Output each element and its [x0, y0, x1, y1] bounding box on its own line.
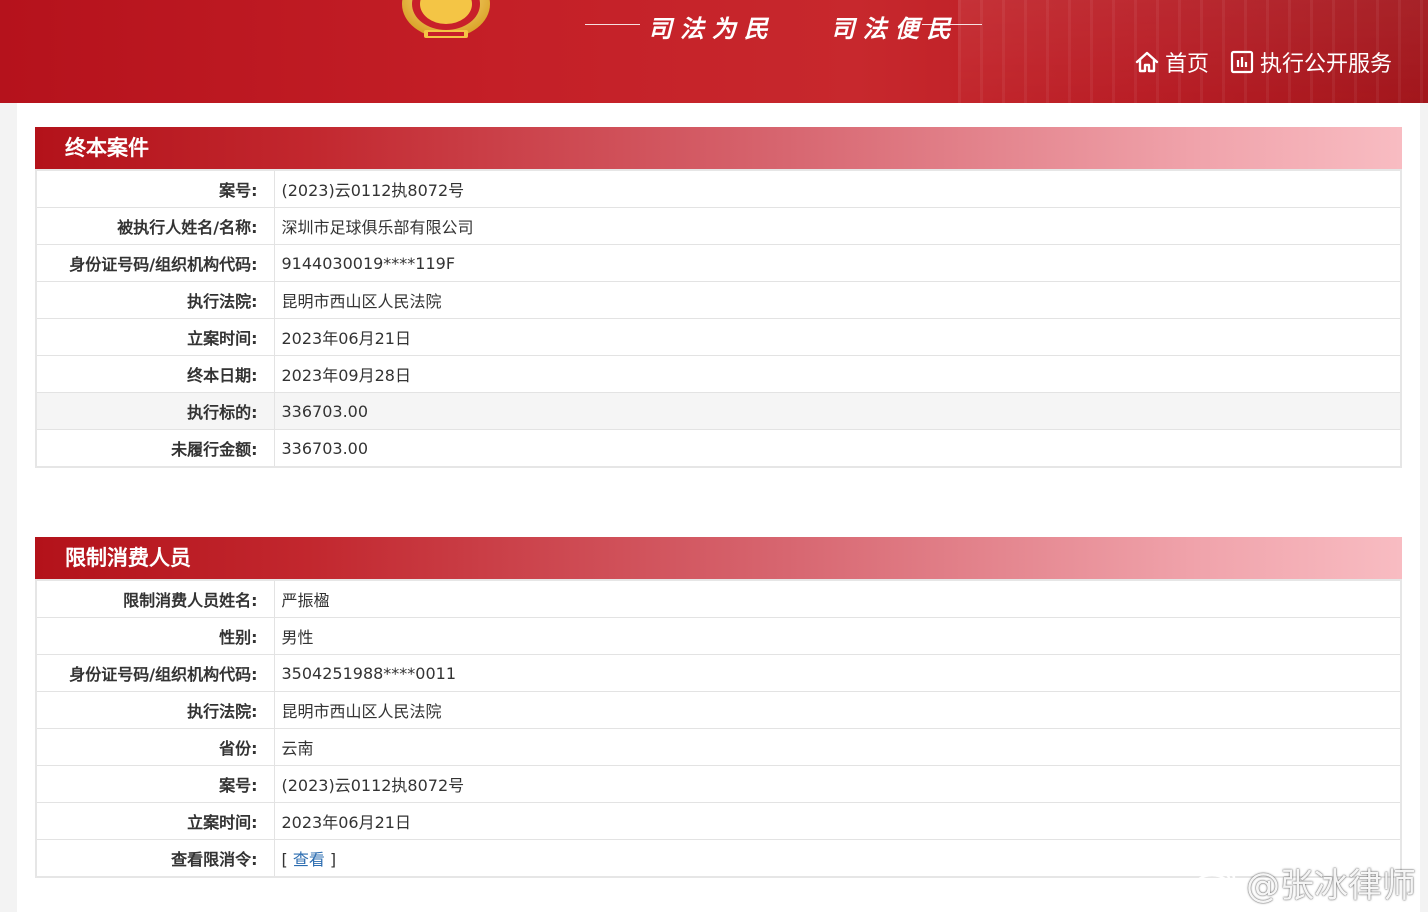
table-row: 执行法院: 昆明市西山区人民法院 [35, 281, 1402, 319]
section-title: 限制消费人员 [35, 537, 1402, 579]
table-row: 案号: (2023)云0112执8072号 [35, 765, 1402, 803]
slogan-left: 司法为民 [648, 14, 776, 43]
table-row: 性别: 男性 [35, 617, 1402, 655]
section-title: 终本案件 [35, 127, 1402, 169]
table-row: 身份证号码/组织机构代码: 3504251988****0011 [35, 654, 1402, 692]
row-label: 案号: [35, 169, 275, 208]
row-label: 省份: [35, 728, 275, 766]
table-row: 限制消费人员姓名: 严振楹 [35, 579, 1402, 618]
row-label: 执行标的: [35, 392, 275, 430]
row-label: 被执行人姓名/名称: [35, 207, 275, 245]
table-row: 未履行金额: 336703.00 [35, 429, 1402, 468]
link-bracket-close: ] [324, 850, 337, 869]
table-row: 身份证号码/组织机构代码: 9144030019****119F [35, 244, 1402, 282]
row-label: 性别: [35, 617, 275, 655]
nav-enforcement-service-label: 执行公开服务 [1259, 52, 1392, 77]
link-bracket-open: [ [281, 850, 293, 869]
row-value: 336703.00 [273, 429, 1402, 468]
row-value: 云南 [273, 728, 1402, 766]
terminated-case-section: 终本案件 案号: (2023)云0112执8072号 被执行人姓名/名称: 深圳… [35, 127, 1402, 468]
table-row: 执行法院: 昆明市西山区人民法院 [35, 691, 1402, 729]
row-label: 限制消费人员姓名: [35, 579, 275, 618]
row-value: 昆明市西山区人民法院 [273, 691, 1402, 729]
row-label: 查看限消令: [35, 839, 275, 878]
watermark-text: @张冰律师 [1246, 865, 1416, 906]
row-label: 执行法院: [35, 281, 275, 319]
row-value: 昆明市西山区人民法院 [273, 281, 1402, 319]
row-label: 终本日期: [35, 355, 275, 393]
row-label: 立案时间: [35, 802, 275, 840]
home-icon [1135, 51, 1159, 73]
table-row: 省份: 云南 [35, 728, 1402, 766]
row-value: (2023)云0112执8072号 [273, 765, 1402, 803]
row-label: 身份证号码/组织机构代码: [35, 244, 275, 282]
row-label: 身份证号码/组织机构代码: [35, 654, 275, 692]
slogan-right: 司法便民 [830, 14, 959, 43]
table-row: 立案时间: 2023年06月21日 [35, 802, 1402, 840]
row-label: 执行法院: [35, 691, 275, 729]
view-restriction-order-link[interactable]: 查看 [293, 850, 325, 869]
watermark: @张冰律师 [1192, 860, 1416, 906]
top-nav: 首页 执行公开服务 [1134, 46, 1392, 78]
row-value: 男性 [273, 617, 1402, 655]
row-label: 案号: [35, 765, 275, 803]
row-value: 2023年06月21日 [273, 802, 1402, 840]
row-value: (2023)云0112执8072号 [273, 169, 1402, 208]
row-value: 3504251988****0011 [273, 654, 1402, 692]
row-value: 9144030019****119F [273, 244, 1402, 282]
table-row: 立案时间: 2023年06月21日 [35, 318, 1402, 356]
weibo-icon [1193, 867, 1236, 901]
table-row: 终本日期: 2023年09月28日 [35, 355, 1402, 393]
row-value: 2023年09月28日 [273, 355, 1402, 393]
table-row: 案号: (2023)云0112执8072号 [35, 169, 1402, 208]
table-row: 被执行人姓名/名称: 深圳市足球俱乐部有限公司 [35, 207, 1402, 245]
row-value: 严振楹 [273, 579, 1402, 618]
slogan-divider-right [922, 24, 982, 25]
content-panel: 终本案件 案号: (2023)云0112执8072号 被执行人姓名/名称: 深圳… [17, 103, 1420, 912]
row-value: 2023年06月21日 [273, 318, 1402, 356]
consumption-restriction-section: 限制消费人员 限制消费人员姓名: 严振楹 性别: 男性 身份证号码/组织机构代码… [35, 537, 1402, 878]
table-row: 执行标的: 336703.00 [35, 392, 1402, 430]
slogan-divider-left [585, 24, 640, 25]
row-value: 深圳市足球俱乐部有限公司 [273, 207, 1402, 245]
row-value: 336703.00 [273, 392, 1402, 430]
nav-enforcement-service-link[interactable]: 执行公开服务 [1229, 46, 1392, 78]
nav-home-link[interactable]: 首页 [1134, 46, 1209, 78]
slogan: 司法为民 司法便民 [648, 9, 959, 43]
terminated-case-table: 案号: (2023)云0112执8072号 被执行人姓名/名称: 深圳市足球俱乐… [35, 169, 1402, 468]
site-header: 司法为民 司法便民 首页 执行公开服务 [0, 0, 1428, 103]
nav-home-label: 首页 [1164, 52, 1209, 77]
consumption-restriction-table: 限制消费人员姓名: 严振楹 性别: 男性 身份证号码/组织机构代码: 35042… [35, 579, 1402, 878]
row-label: 未履行金额: [35, 429, 275, 468]
chart-icon [1230, 50, 1254, 74]
row-label: 立案时间: [35, 318, 275, 356]
court-emblem-logo [402, 0, 490, 38]
